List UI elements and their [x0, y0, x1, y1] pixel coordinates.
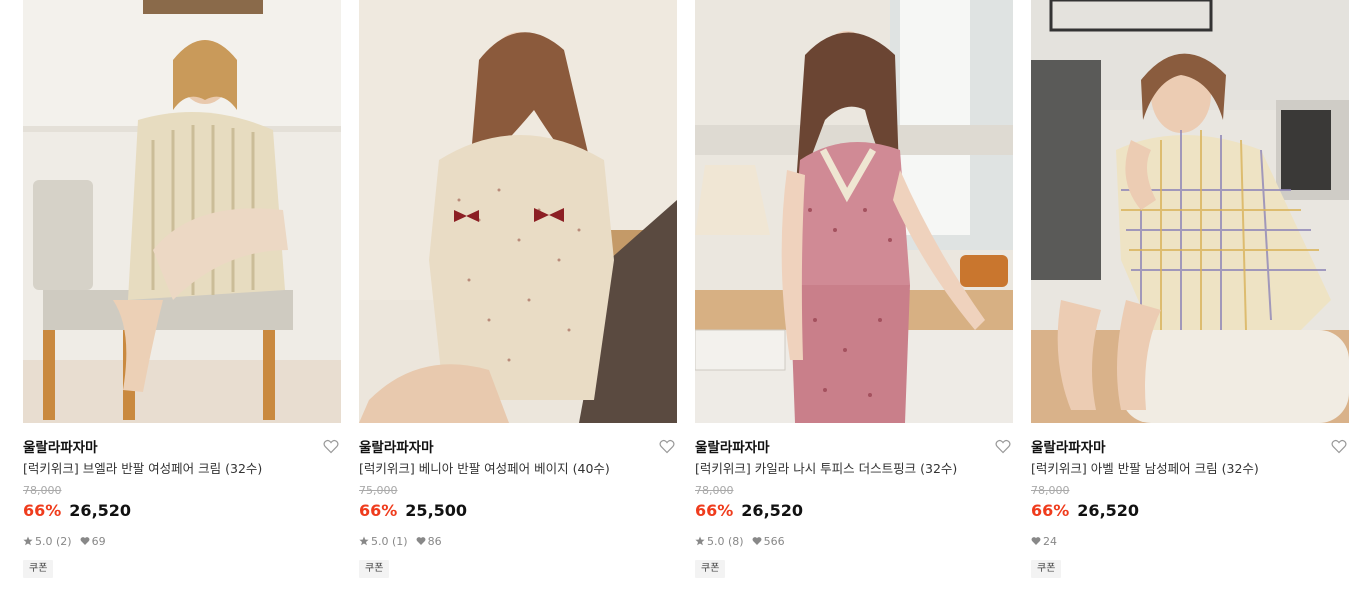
product-card[interactable]: 울랄라파자마 [럭키위크] 베니아 반팔 여성페어 베이지 (40수) 75,0… — [359, 0, 677, 578]
like-count: 24 — [1043, 534, 1057, 548]
discount-rate: 66% — [695, 501, 734, 520]
product-title[interactable]: [럭키위크] 브엘라 반팔 여성페어 크림 (32수) — [23, 460, 341, 478]
brand-name[interactable]: 울랄라파자마 — [359, 440, 434, 456]
heart-outline-icon[interactable] — [659, 439, 675, 454]
product-card[interactable]: 울랄라파자마 [럭키위크] 브엘라 반팔 여성페어 크림 (32수) 78,00… — [23, 0, 341, 578]
original-price: 75,000 — [359, 484, 398, 497]
sale-price: 26,520 — [741, 501, 804, 520]
price-row: 66% 26,520 — [695, 500, 1013, 522]
heart-outline-icon[interactable] — [1331, 439, 1347, 454]
rating: 5.0 — [371, 534, 389, 548]
brand-row: 울랄라파자마 — [695, 437, 1013, 457]
heart-filled-icon — [416, 537, 426, 545]
product-photo-beige-floral-pajama — [359, 0, 677, 423]
original-price: 78,000 — [23, 484, 62, 497]
rating: 5.0 — [35, 534, 53, 548]
discount-rate: 66% — [23, 501, 62, 520]
coupon-badge: 쿠폰 — [23, 560, 54, 578]
brand-row: 울랄라파자마 — [23, 437, 341, 457]
product-title[interactable]: [럭키위크] 카일라 나시 투피스 더스트핑크 (32수) — [695, 460, 1013, 478]
product-meta: 5.0 (8) 566 — [695, 534, 1013, 548]
product-photo-pink-camisole-set — [695, 0, 1013, 423]
star-icon — [695, 536, 705, 546]
heart-outline-icon[interactable] — [995, 439, 1011, 454]
price-row: 66% 26,520 — [1031, 500, 1349, 522]
discount-rate: 66% — [1031, 501, 1070, 520]
product-grid: 울랄라파자마 [럭키위크] 브엘라 반팔 여성페어 크림 (32수) 78,00… — [0, 0, 1356, 592]
star-icon — [359, 536, 369, 546]
price-row: 66% 26,520 — [23, 500, 341, 522]
original-price: 78,000 — [1031, 484, 1070, 497]
rating: 5.0 — [707, 534, 725, 548]
like-count: 69 — [91, 534, 106, 548]
review-count: (1) — [392, 534, 408, 548]
product-meta: 5.0 (2) 69 — [23, 534, 341, 548]
product-photo-cream-stripe-pajama — [23, 0, 341, 423]
price-row: 66% 25,500 — [359, 500, 677, 522]
review-count: (2) — [56, 534, 72, 548]
coupon-badge: 쿠폰 — [695, 560, 726, 578]
heart-filled-icon — [80, 537, 90, 545]
brand-row: 울랄라파자마 — [1031, 437, 1349, 457]
product-image[interactable] — [1031, 0, 1349, 423]
product-image[interactable] — [23, 0, 341, 423]
discount-rate: 66% — [359, 501, 398, 520]
star-icon — [23, 536, 33, 546]
product-photo-mens-check-pajama — [1031, 0, 1349, 423]
sale-price: 26,520 — [1077, 501, 1140, 520]
brand-name[interactable]: 울랄라파자마 — [1031, 440, 1106, 456]
product-meta: 24 — [1031, 534, 1349, 548]
sale-price: 25,500 — [405, 501, 468, 520]
heart-filled-icon — [752, 537, 762, 545]
brand-name[interactable]: 울랄라파자마 — [695, 440, 770, 456]
brand-name[interactable]: 울랄라파자마 — [23, 440, 98, 456]
review-count: (8) — [728, 534, 744, 548]
product-meta: 5.0 (1) 86 — [359, 534, 677, 548]
sale-price: 26,520 — [69, 501, 132, 520]
coupon-badge: 쿠폰 — [1031, 560, 1062, 578]
product-title[interactable]: [럭키위크] 아벨 반팔 남성페어 크림 (32수) — [1031, 460, 1349, 478]
like-count: 566 — [763, 534, 785, 548]
coupon-badge: 쿠폰 — [359, 560, 390, 578]
product-card[interactable]: 울랄라파자마 [럭키위크] 아벨 반팔 남성페어 크림 (32수) 78,000… — [1031, 0, 1349, 578]
original-price: 78,000 — [695, 484, 734, 497]
like-count: 86 — [427, 534, 442, 548]
brand-row: 울랄라파자마 — [359, 437, 677, 457]
product-image[interactable] — [359, 0, 677, 423]
product-card[interactable]: 울랄라파자마 [럭키위크] 카일라 나시 투피스 더스트핑크 (32수) 78,… — [695, 0, 1013, 578]
product-title[interactable]: [럭키위크] 베니아 반팔 여성페어 베이지 (40수) — [359, 460, 677, 478]
heart-filled-icon — [1031, 537, 1041, 545]
product-image[interactable] — [695, 0, 1013, 423]
heart-outline-icon[interactable] — [323, 439, 339, 454]
